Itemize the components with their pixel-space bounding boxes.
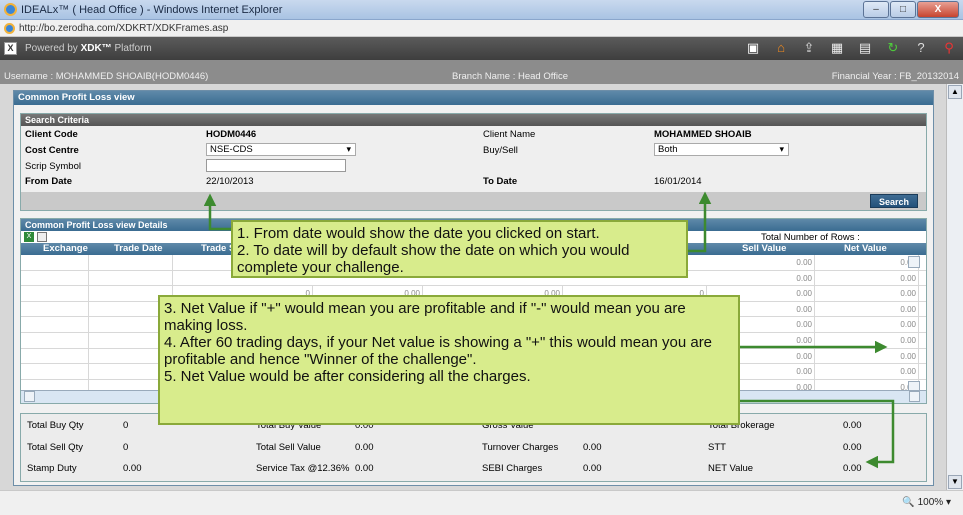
branch-name: Branch Name : Head Office [452,71,568,82]
callout-to-date: 2. To date will by default show the date… [237,242,630,276]
home-icon[interactable]: ⌂ [773,40,789,56]
scroll-left-icon[interactable] [24,391,35,402]
zoom-level[interactable]: 🔍 100% ▾ [902,497,951,508]
status-bar: 🔍 100% ▾ [0,490,963,515]
document-icon[interactable]: ▤ [857,40,873,56]
sebi-value: 0.00 [583,463,602,474]
cost-centre-label: Cost Centre [25,145,79,156]
url-text: http://bo.zerodha.com/XDKRT/XDKFrames.as… [19,22,229,34]
from-date-value[interactable]: 22/10/2013 [206,176,254,187]
col-sell-value[interactable]: Sell Value [742,243,786,255]
address-bar[interactable]: http://bo.zerodha.com/XDKRT/XDKFrames.as… [0,20,963,37]
ie-logo-icon [4,3,17,16]
total-buy-qty-label: Total Buy Qty [27,420,84,431]
refresh-icon[interactable]: ↻ [885,40,901,56]
up-icon[interactable]: ⇪ [801,40,817,56]
close-button[interactable]: X [917,1,959,18]
xdk-logo-icon: X [4,42,17,55]
total-brokerage-value: 0.00 [843,420,862,431]
total-sell-qty-value: 0 [123,442,129,453]
window-title-bar: IDEALx™ ( Head Office ) - Windows Intern… [0,0,963,20]
search-criteria: Search Criteria Client Code HODM0446 Cli… [20,113,927,211]
callout-dates: 1. From date would show the date you cli… [231,220,688,278]
client-code-value: HODM0446 [206,129,257,140]
callout-winner: 4. After 60 trading days, if your Net va… [164,334,713,368]
window-title: IDEALx™ ( Head Office ) - Windows Intern… [21,3,283,16]
callout-net-sign: 3. Net Value if "+" would mean you are p… [164,300,686,334]
username: Username : MOHAMMED SHOAIB(HODM0446) [4,71,209,82]
stt-label: STT [708,442,726,453]
total-sell-qty-label: Total Sell Qty [27,442,83,453]
stamp-duty-value: 0.00 [123,463,142,474]
from-date-label: From Date [25,176,72,187]
profit-loss-panel: Common Profit Loss view Search Criteria … [13,90,934,486]
col-net-value[interactable]: Net Value [844,243,887,255]
to-date-value[interactable]: 16/01/2014 [654,176,702,187]
to-date-label: To Date [483,176,518,187]
total-rows-label: Total Number of Rows : [761,232,860,243]
buy-sell-label: Buy/Sell [483,145,518,156]
powered-by: Powered by XDK™ Platform [25,43,152,54]
panel-title: Common Profit Loss view [14,91,933,105]
callout-charges: 5. Net Value would be after considering … [164,368,531,385]
turnover-label: Turnover Charges [482,442,559,453]
callout-net-value: 3. Net Value if "+" would mean you are p… [158,295,740,425]
total-sell-value-label: Total Sell Value [256,442,321,453]
content-area: ▲ ▼ Common Profit Loss view Search Crite… [0,84,963,490]
net-value: 0.00 [843,463,862,474]
stamp-duty-label: Stamp Duty [27,463,77,474]
client-name-value: MOHAMMED SHOAIB [654,129,752,140]
excel-export-icon[interactable]: X [24,232,34,242]
stt-value: 0.00 [843,442,862,453]
scroll-up-icon[interactable]: ▲ [948,85,962,99]
page-ie-icon [4,22,15,34]
turnover-value: 0.00 [583,442,602,453]
help-icon[interactable]: ? [913,40,929,56]
service-tax-label: Service Tax @12.36% [256,463,350,474]
search-icon[interactable]: ⚲ [941,40,957,56]
platform-bar: X Powered by XDK™ Platform ▣ ⌂ ⇪ ▦ ▤ ↻ ?… [0,37,963,60]
vertical-scrollbar[interactable]: ▲ ▼ [946,84,963,490]
search-button[interactable]: Search [869,194,918,208]
callout-from-date: 1. From date would show the date you cli… [237,225,600,242]
buy-sell-select[interactable]: Both [654,143,789,156]
user-info-bar: Username : MOHAMMED SHOAIB(HODM0446) Bra… [0,60,963,84]
service-tax-value: 0.00 [355,463,374,474]
calendar-icon[interactable]: ▦ [829,40,845,56]
scroll-right-icon[interactable] [909,391,920,402]
scrip-symbol-label: Scrip Symbol [25,161,81,172]
maximize-button[interactable]: □ [890,1,916,18]
col-trade-date[interactable]: Trade Date [114,243,163,255]
total-sell-value: 0.00 [355,442,374,453]
minimize-button[interactable]: – [863,1,889,18]
cost-centre-select[interactable]: NSE-CDS [206,143,356,156]
total-buy-qty-value: 0 [123,420,129,431]
search-criteria-title: Search Criteria [21,114,926,126]
client-name-label: Client Name [483,129,536,140]
window-icon[interactable]: ▣ [745,40,761,56]
grid-options-icon[interactable] [37,232,47,242]
search-action-bar: Search [21,192,926,210]
col-exchange[interactable]: Exchange [43,243,88,255]
sebi-label: SEBI Charges [482,463,543,474]
scroll-down-icon[interactable]: ▼ [948,475,962,489]
financial-year: Financial Year : FB_20132014 [831,71,959,82]
scrip-symbol-input[interactable] [206,159,346,172]
client-code-label: Client Code [25,129,78,140]
net-value-label: NET Value [708,463,754,474]
row-edit-icon[interactable] [908,256,920,268]
